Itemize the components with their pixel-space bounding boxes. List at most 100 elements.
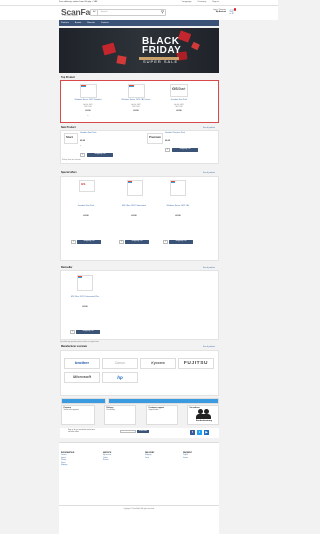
- footer-col-title: INFORMATION: [61, 452, 75, 454]
- search-icon[interactable]: ⚲: [160, 9, 165, 15]
- product-image[interactable]: Start: [64, 133, 78, 144]
- search-category-select[interactable]: All: [91, 10, 99, 15]
- info-text: Fast delivery: [106, 410, 116, 412]
- footer-link[interactable]: Shipping: [61, 465, 97, 467]
- product-image[interactable]: GS Start: [170, 84, 188, 97]
- language-link[interactable]: Language: [182, 1, 192, 4]
- see-all-link[interactable]: See all products: [203, 172, 215, 174]
- quantity-stepper[interactable]: 1: [163, 240, 168, 244]
- footer-copyright: Copyright © ScanFabrik. All rights reser…: [123, 509, 155, 510]
- nav-item-products[interactable]: Products: [61, 22, 69, 24]
- add-to-cart-button[interactable]: Shopping cart: [77, 240, 101, 244]
- brand-logo-brother[interactable]: brother: [64, 358, 100, 369]
- brand-logo-microsoft[interactable]: Microsoft: [64, 372, 100, 383]
- footer: INFORMATION Contact Imprint Privacy Term…: [59, 442, 219, 534]
- brand-logo-fujitsu[interactable]: FUJITSU: [178, 358, 214, 369]
- promo-strip-right[interactable]: [108, 398, 219, 404]
- product-name[interactable]: Geodata Premium Pack: [165, 132, 195, 134]
- add-to-cart-button[interactable]: Shopping cart: [169, 240, 193, 244]
- product-meta-1: Art.-Nr.: 0001: [83, 105, 93, 106]
- footer-col-payment: PAYMENT PayPal Invoice: [183, 452, 219, 460]
- product-image[interactable]: GS: [79, 180, 95, 192]
- product-image[interactable]: [77, 275, 93, 291]
- new-note: Delivery times are estimates: [62, 160, 81, 161]
- footer-col-title: DELIVERY: [145, 452, 155, 454]
- footer-col-service: SERVICE My account Orders Returns: [103, 452, 139, 463]
- facebook-icon[interactable]: f: [190, 430, 195, 435]
- page: Free delivery, orders from 60 gbp + VAT …: [0, 0, 278, 534]
- footer-link[interactable]: Costs: [145, 458, 181, 460]
- see-all-link[interactable]: See all products: [203, 267, 215, 269]
- product-name[interactable]: Geodata Start Pack: [71, 205, 101, 207]
- product-price: £0.00: [80, 140, 86, 142]
- see-all-link[interactable]: See all products: [203, 346, 215, 348]
- nav-item-manuals[interactable]: Manuals: [87, 22, 95, 24]
- product-price: £0.00: [83, 215, 89, 217]
- newsletter-subscribe-button[interactable]: Subscribe: [137, 430, 149, 433]
- nav-item-contacts[interactable]: Contacts: [101, 22, 109, 24]
- nav-item-brands[interactable]: Brands: [75, 22, 81, 24]
- product-name[interactable]: Windows Server 2022 Standard: [73, 99, 103, 101]
- stock-note: ●: [87, 116, 89, 117]
- brand-logo-canon[interactable]: Canon: [102, 358, 138, 369]
- footer-link[interactable]: Invoice: [183, 458, 219, 460]
- brand-logo-kyocera[interactable]: Kyocera: [140, 358, 176, 369]
- info-box-support: Customer support Support hotline: [146, 405, 178, 425]
- cart-count-badge: 0: [233, 8, 236, 11]
- product-image[interactable]: [80, 84, 97, 98]
- product-name[interactable]: Geodata Start Pack: [80, 132, 110, 134]
- gift-box-icon: [101, 42, 117, 56]
- product-meta: Art.-Nr.: 0001 SKU: 1000: [73, 105, 103, 109]
- brand-logo-hp[interactable]: hp: [102, 372, 138, 383]
- promo-strip-left[interactable]: [61, 398, 106, 404]
- newsletter-bar: Sign up for our newsletter and receive e…: [60, 428, 219, 438]
- product-price: £0.00: [133, 110, 139, 112]
- logo-subtitle: IT and Office Supplies: [62, 16, 78, 17]
- product-name[interactable]: Geodata Start Pack: [164, 99, 194, 101]
- twitter-icon[interactable]: t: [197, 430, 202, 435]
- footer-link[interactable]: Returns: [103, 460, 139, 462]
- add-to-cart-button[interactable]: Shopping cart: [76, 330, 100, 334]
- product-price: £0.00: [176, 110, 182, 112]
- quantity-stepper[interactable]: 1: [80, 153, 85, 157]
- search-input[interactable]: Search: [98, 11, 160, 14]
- section-title-special: Special offers: [61, 171, 77, 174]
- sign-in-link[interactable]: Sign in: [212, 1, 219, 4]
- info-text: Secure online payment: [63, 410, 79, 412]
- currency-link[interactable]: Currency: [197, 1, 206, 4]
- product-price: £0.00: [82, 306, 88, 308]
- product-image[interactable]: [170, 180, 186, 196]
- product-meta-2: SKU: 1001: [132, 107, 140, 108]
- add-to-cart-button[interactable]: Shopping cart: [125, 240, 149, 244]
- product-image[interactable]: [127, 180, 143, 196]
- newsletter-email-input[interactable]: [120, 430, 136, 433]
- account-sub: My Account: [215, 11, 226, 14]
- banner-line-2: FRIDAY: [142, 45, 182, 56]
- quantity-stepper[interactable]: 1: [71, 240, 76, 244]
- top-links: Language Currency Sign in: [182, 1, 219, 4]
- product-name[interactable]: MS Office 2021 Professional: [119, 205, 149, 207]
- product-name[interactable]: MS Office 2021 Professional Plus: [70, 296, 100, 298]
- add-to-cart-button[interactable]: Shopping cart: [172, 148, 198, 152]
- footer-col-delivery: DELIVERY Shipping Costs: [145, 452, 181, 460]
- account-link[interactable]: Log in / Register My Account: [198, 9, 226, 13]
- product-meta: Art.-Nr.: 0003 SKU: 1002: [164, 105, 194, 109]
- quantity-stepper[interactable]: 1: [119, 240, 124, 244]
- add-to-cart-button[interactable]: Shopping cart: [87, 153, 113, 157]
- product-name[interactable]: Windows Server 2022 CAL Device: [121, 99, 151, 101]
- footer-col-title: PAYMENT: [183, 452, 192, 454]
- product-image[interactable]: [128, 84, 145, 98]
- product-image[interactable]: Premium: [147, 133, 163, 144]
- see-all-link[interactable]: See all products: [203, 127, 215, 129]
- youtube-icon[interactable]: ▶: [204, 430, 209, 435]
- quantity-stepper[interactable]: 1: [70, 330, 75, 334]
- info-title: Our advisor: [189, 407, 200, 409]
- product-name[interactable]: Windows Server 2022 CAL: [163, 205, 193, 207]
- black-friday-banner[interactable]: BLACK FRIDAY SUPER SALE: [59, 28, 219, 73]
- gift-box-icon: [116, 55, 127, 65]
- cart-icon[interactable]: 🛒 0: [229, 8, 236, 15]
- product-price: £0.00: [85, 110, 91, 112]
- quantity-stepper[interactable]: 1: [165, 148, 170, 152]
- advisor-name: Kundenberatung: [196, 420, 212, 422]
- search-bar[interactable]: All Search ⚲: [90, 9, 166, 16]
